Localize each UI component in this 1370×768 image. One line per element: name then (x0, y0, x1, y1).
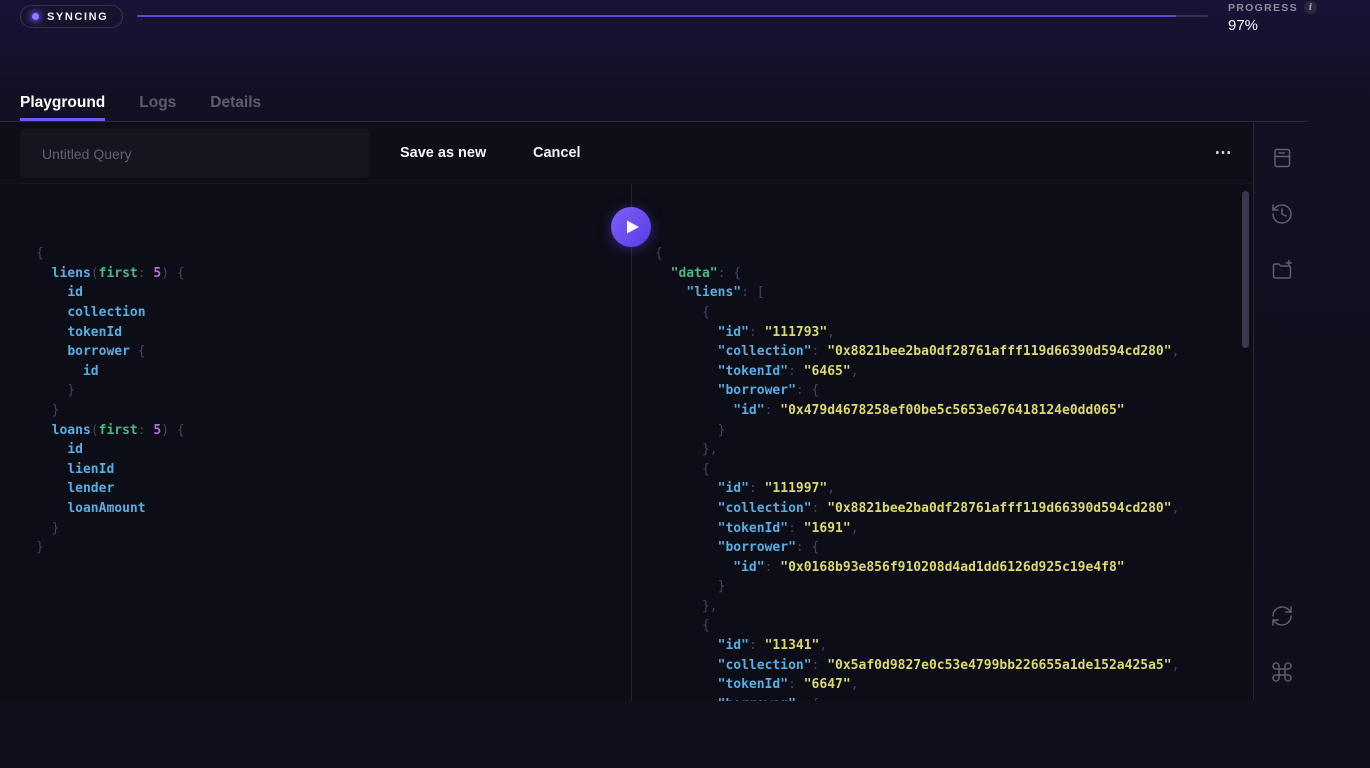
sync-status-badge: SYNCING (20, 5, 123, 28)
new-folder-icon (1270, 258, 1294, 282)
history-icon (1270, 202, 1294, 226)
info-icon[interactable]: i (1304, 1, 1317, 14)
saved-queries-button[interactable] (1270, 258, 1294, 282)
tab-details[interactable]: Details (210, 94, 261, 121)
tab-playground[interactable]: Playground (20, 94, 105, 121)
docs-icon (1270, 146, 1294, 170)
sync-status-label: SYNCING (47, 11, 108, 23)
progress-meta: PROGRESS i 97% (1228, 1, 1317, 34)
editor-split: { liens(first: 5) { id collection tokenI… (0, 184, 1253, 701)
sidebar-icon-rail (1253, 122, 1308, 700)
result-viewer-code: { "data": { "liens": [ { "id": "111793",… (655, 244, 1253, 701)
refresh-schema-button[interactable] (1270, 604, 1294, 628)
more-options-button[interactable]: ⋯ (1206, 122, 1242, 184)
cancel-button[interactable]: Cancel (533, 122, 581, 184)
history-button[interactable] (1270, 202, 1294, 226)
query-editor[interactable]: { liens(first: 5) { id collection tokenI… (0, 184, 631, 701)
progress-label: PROGRESS (1228, 2, 1298, 14)
refresh-icon (1270, 604, 1294, 628)
main-area: Save as new Cancel ⋯ { liens(first: 5) {… (0, 122, 1253, 700)
progress-fill (137, 15, 1176, 17)
playground-panel: Save as new Cancel ⋯ { liens(first: 5) {… (0, 121, 1308, 700)
result-viewer: { "data": { "liens": [ { "id": "111793",… (632, 184, 1253, 701)
tab-bar: Playground Logs Details (20, 94, 261, 121)
tab-logs[interactable]: Logs (139, 94, 176, 121)
query-toolbar: Save as new Cancel ⋯ (0, 122, 1253, 184)
shortcuts-button[interactable] (1270, 660, 1294, 684)
docs-button[interactable] (1270, 146, 1294, 170)
query-name-input[interactable] (20, 129, 369, 178)
progress-bar (137, 15, 1208, 17)
command-icon (1270, 660, 1294, 684)
query-editor-code: { liens(first: 5) { id collection tokenI… (36, 244, 631, 558)
sync-dot-icon (32, 13, 39, 20)
result-scrollbar-thumb[interactable] (1242, 191, 1249, 348)
progress-value: 97% (1228, 17, 1317, 34)
save-as-new-button[interactable]: Save as new (400, 122, 486, 184)
